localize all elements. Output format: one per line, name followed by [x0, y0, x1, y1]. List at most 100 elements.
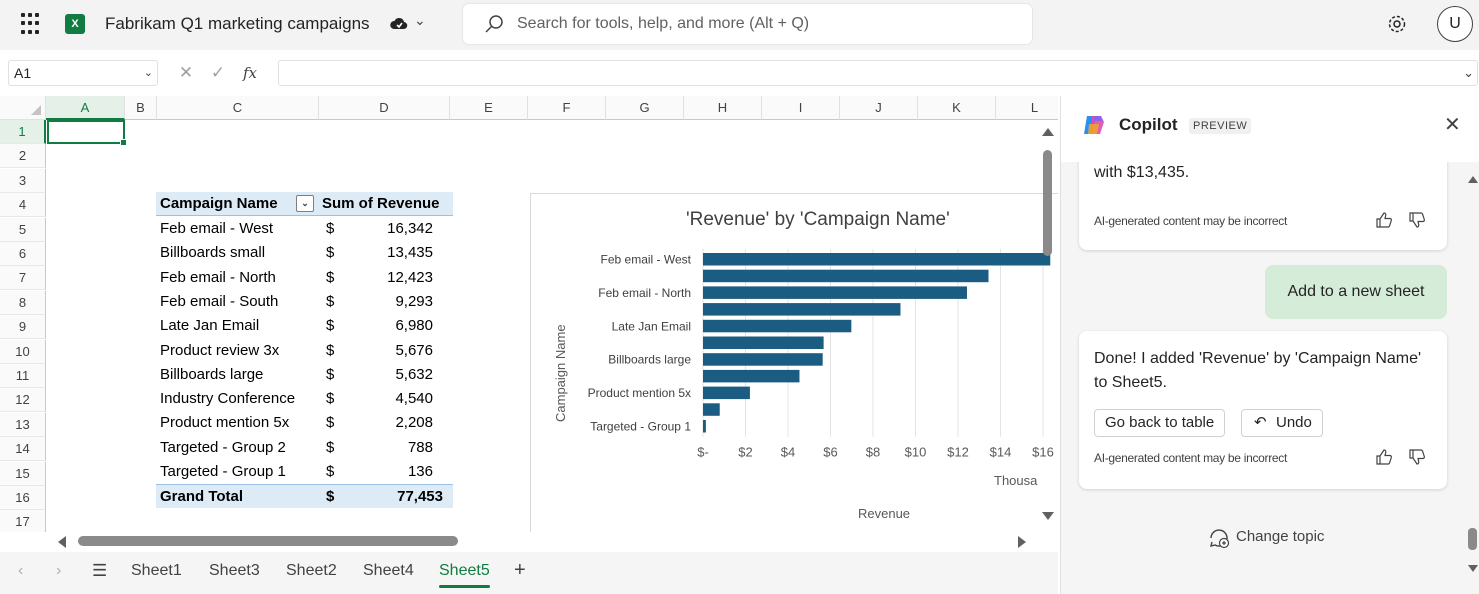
column-header[interactable]: F — [528, 96, 606, 120]
campaign-name-cell[interactable]: Targeted - Group 2 — [160, 436, 286, 460]
chart-bar[interactable] — [703, 319, 852, 333]
thumbs-up-icon[interactable] — [1374, 447, 1394, 467]
revenue-cell[interactable]: 13,435 — [387, 241, 433, 265]
row-header[interactable]: 1 — [0, 120, 46, 144]
pivot-row[interactable]: Late Jan Email $6,980 — [156, 314, 453, 338]
revenue-cell[interactable]: 9,293 — [395, 290, 433, 314]
campaign-name-cell[interactable]: Late Jan Email — [160, 314, 259, 338]
expand-formula-chevron-icon[interactable]: ⌄ — [1463, 65, 1474, 81]
revenue-cell[interactable]: 16,342 — [387, 217, 433, 241]
sheet-tab-sheet3[interactable]: Sheet3 — [209, 562, 260, 580]
scroll-thumb[interactable] — [1468, 528, 1477, 550]
formula-input[interactable]: ⌄ — [278, 60, 1478, 86]
confirm-check-icon[interactable]: ✓ — [202, 63, 234, 83]
row-header[interactable]: 7 — [0, 266, 46, 291]
row-header[interactable]: 15 — [0, 461, 46, 486]
pivot-row[interactable]: Feb email - West $16,342 — [156, 217, 453, 241]
chart-bar[interactable] — [703, 369, 800, 383]
cancel-icon[interactable]: ✕ — [170, 63, 202, 83]
pivot-row[interactable]: Targeted - Group 1 $136 — [156, 460, 453, 484]
campaign-name-cell[interactable]: Billboards small — [160, 241, 265, 265]
chevron-down-icon[interactable]: ⌄ — [144, 66, 153, 79]
chart-bar[interactable] — [703, 420, 706, 433]
scroll-up-arrow-icon[interactable] — [1042, 128, 1054, 136]
chart-bar[interactable] — [703, 303, 901, 316]
filter-dropdown-icon[interactable]: ⌄ — [296, 195, 314, 212]
pivot-row[interactable]: Industry Conference $4,540 — [156, 387, 453, 411]
sheet-tab-sheet1[interactable]: Sheet1 — [131, 562, 182, 580]
pivot-row[interactable]: Feb email - South $9,293 — [156, 290, 453, 314]
select-all-corner[interactable] — [0, 96, 46, 120]
pivot-row[interactable]: Billboards large $5,632 — [156, 363, 453, 387]
chart-bar[interactable] — [703, 269, 989, 283]
pivot-row[interactable]: Billboards small $13,435 — [156, 241, 453, 265]
tab-next-arrow-icon[interactable]: › — [56, 562, 61, 580]
chart-bar[interactable] — [703, 286, 967, 299]
row-header[interactable]: 16 — [0, 486, 46, 510]
sheet-tab-sheet5[interactable]: Sheet5 — [439, 562, 490, 588]
pivot-row[interactable]: Product mention 5x $2,208 — [156, 411, 453, 435]
column-header[interactable]: C — [157, 96, 319, 120]
pivot-header-sum[interactable]: Sum of Revenue — [322, 192, 440, 216]
autosave-cloud-icon[interactable] — [389, 14, 409, 34]
thumbs-down-icon[interactable] — [1407, 447, 1427, 467]
undo-button[interactable]: ↶ Undo — [1241, 409, 1323, 437]
thumbs-up-icon[interactable] — [1374, 210, 1394, 230]
column-header[interactable]: L — [996, 96, 1058, 120]
go-back-to-table-button[interactable]: Go back to table — [1094, 409, 1226, 437]
pivot-header-campaign[interactable]: Campaign Name — [160, 192, 278, 216]
column-header[interactable]: K — [918, 96, 996, 120]
pivot-row[interactable]: Feb email - North $12,423 — [156, 266, 453, 290]
campaign-name-cell[interactable]: Feb email - South — [160, 290, 278, 314]
scroll-thumb[interactable] — [78, 536, 458, 546]
scroll-up-arrow-icon[interactable] — [1468, 176, 1478, 183]
revenue-cell[interactable]: 12,423 — [387, 266, 433, 290]
row-header[interactable]: 3 — [0, 168, 46, 193]
copilot-conversation[interactable]: with $13,435. AI-generated content may b… — [1061, 162, 1479, 594]
row-header[interactable]: 4 — [0, 193, 46, 218]
pivot-row[interactable]: Targeted - Group 2 $788 — [156, 436, 453, 460]
all-sheets-menu-icon[interactable]: ☰ — [92, 561, 107, 581]
column-header[interactable]: D — [319, 96, 450, 120]
row-header[interactable]: 11 — [0, 364, 46, 388]
tab-prev-arrow-icon[interactable]: ‹ — [18, 562, 23, 580]
name-box[interactable]: A1 ⌄ — [8, 60, 158, 86]
row-header[interactable]: 12 — [0, 388, 46, 413]
row-header[interactable]: 17 — [0, 510, 46, 532]
column-header[interactable]: E — [450, 96, 528, 120]
chart-bar[interactable] — [703, 353, 823, 366]
change-topic-button[interactable]: Change topic — [1207, 526, 1347, 552]
column-header[interactable]: A — [46, 96, 125, 120]
row-header[interactable]: 2 — [0, 144, 46, 169]
sheet-tab-sheet4[interactable]: Sheet4 — [363, 562, 414, 580]
revenue-cell[interactable]: 136 — [408, 460, 433, 484]
worksheet-grid[interactable]: ABCDEFGHIJKL 1 2 3 4 5 6 7 8 9 10 11 12 13 14 15 16 17 C… — [0, 96, 1058, 532]
chart-bar[interactable] — [703, 253, 1051, 266]
row-header[interactable]: 13 — [0, 412, 46, 437]
revenue-cell[interactable]: 788 — [408, 436, 433, 460]
vertical-scrollbar[interactable] — [1040, 120, 1056, 532]
row-header[interactable]: 8 — [0, 290, 46, 315]
add-sheet-button[interactable]: + — [514, 559, 526, 582]
thumbs-down-icon[interactable] — [1407, 210, 1427, 230]
active-cell[interactable] — [47, 120, 127, 146]
column-header[interactable]: G — [606, 96, 684, 120]
row-header[interactable]: 10 — [0, 339, 46, 364]
campaign-name-cell[interactable]: Targeted - Group 1 — [160, 460, 286, 484]
close-icon[interactable]: ✕ — [1444, 112, 1461, 137]
scroll-left-arrow-icon[interactable] — [58, 536, 66, 548]
chart-bar[interactable] — [703, 336, 824, 350]
bar-chart[interactable]: $- $2 $4 $6 $8 $10 $12 $14 $16 Feb email - West Fe… — [530, 193, 1058, 532]
scroll-right-arrow-icon[interactable] — [1018, 536, 1026, 548]
pivot-grand-total-row[interactable]: Grand Total $ 77,453 — [156, 484, 453, 508]
row-header[interactable]: 14 — [0, 437, 46, 462]
campaign-name-cell[interactable]: Product review 3x — [160, 339, 279, 363]
revenue-cell[interactable]: 5,676 — [395, 339, 433, 363]
gear-icon[interactable] — [1386, 13, 1408, 35]
pivot-header-row[interactable]: Campaign Name ⌄ Sum of Revenue — [156, 192, 453, 216]
revenue-cell[interactable]: 5,632 — [395, 363, 433, 387]
sheet-tab-sheet2[interactable]: Sheet2 — [286, 562, 337, 580]
copilot-scrollbar[interactable] — [1465, 162, 1479, 594]
user-avatar[interactable]: U — [1437, 6, 1473, 42]
revenue-cell[interactable]: 4,540 — [395, 387, 433, 411]
